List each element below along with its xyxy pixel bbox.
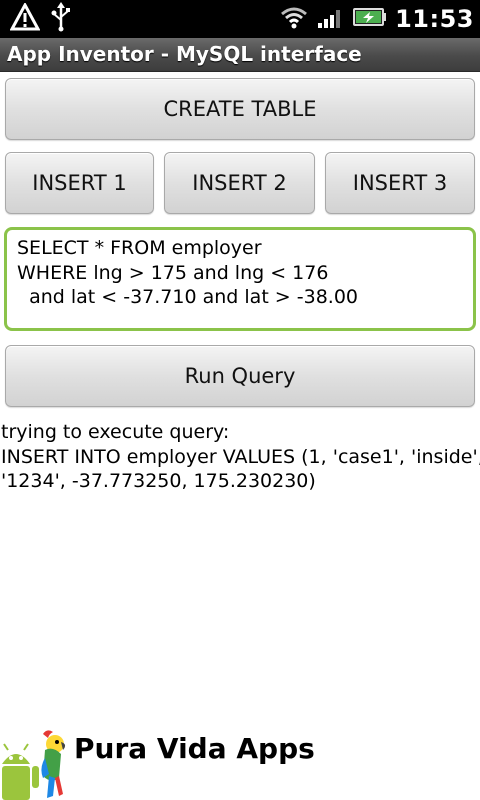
query-output-text: trying to execute query: INSERT INTO emp… xyxy=(1,421,480,492)
insert-2-button[interactable]: INSERT 2 xyxy=(164,152,315,214)
brand-label: Pura Vida Apps xyxy=(74,732,315,765)
signal-bars-icon xyxy=(317,5,345,33)
create-table-button[interactable]: CREATE TABLE xyxy=(5,78,475,140)
app-title: App Inventor - MySQL interface xyxy=(7,42,362,66)
wifi-icon xyxy=(279,5,309,33)
parrot-logo-icon xyxy=(33,728,73,800)
status-bar: 11:53 xyxy=(0,0,480,38)
warning-triangle-icon xyxy=(9,1,41,35)
clock: 11:53 xyxy=(395,5,474,33)
insert-1-button[interactable]: INSERT 1 xyxy=(5,152,154,214)
insert-3-button[interactable]: INSERT 3 xyxy=(325,152,475,214)
run-query-button[interactable]: Run Query xyxy=(5,345,475,407)
branding: Pura Vida Apps xyxy=(0,726,480,800)
query-input[interactable]: SELECT * FROM employer WHERE lng > 175 a… xyxy=(4,227,476,331)
title-bar: App Inventor - MySQL interface xyxy=(0,38,480,72)
usb-icon xyxy=(50,2,72,36)
battery-charging-icon xyxy=(353,6,387,32)
